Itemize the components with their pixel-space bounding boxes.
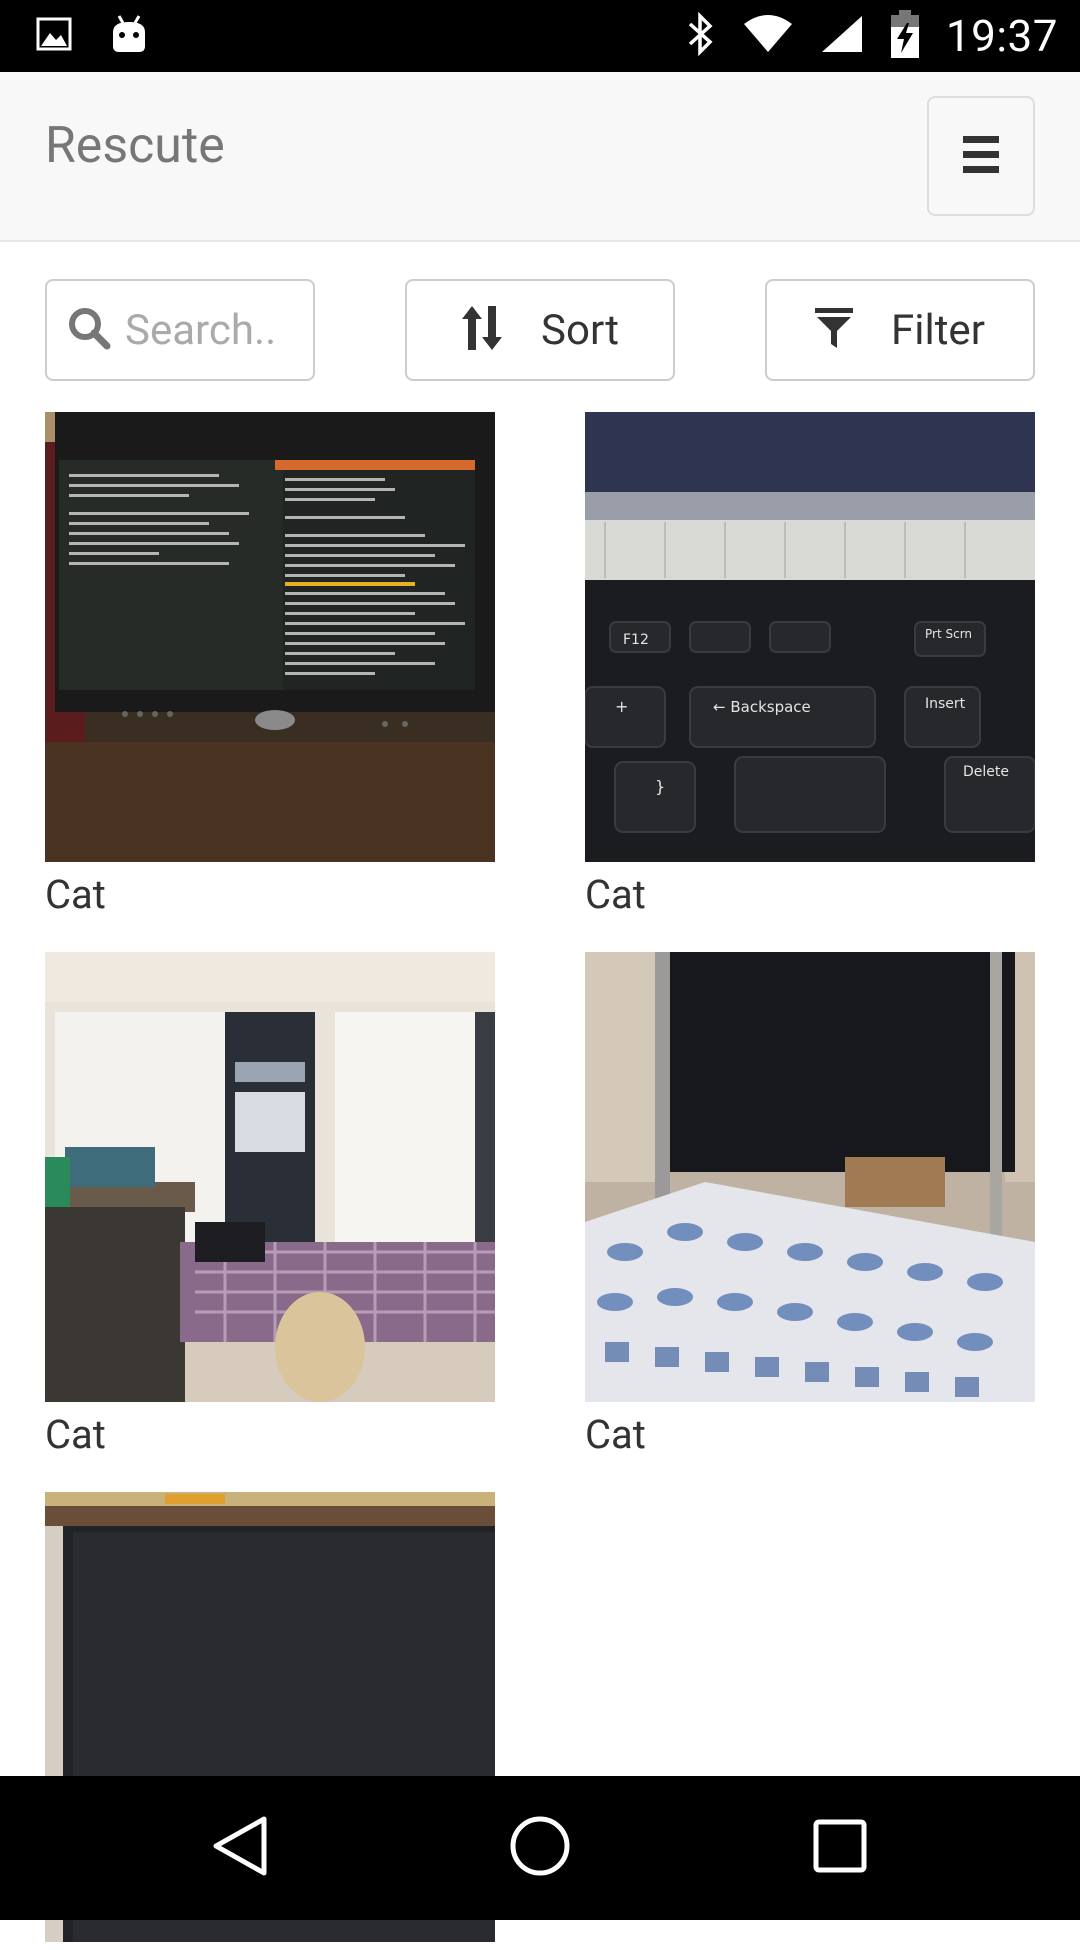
status-left-icons <box>36 14 148 58</box>
grid-item-caption: Cat <box>45 871 106 918</box>
search-icon <box>67 306 111 354</box>
menu-button[interactable] <box>927 96 1035 216</box>
home-icon <box>509 1815 571 1881</box>
svg-text:Delete: Delete <box>963 764 1009 780</box>
filter-icon <box>815 307 854 353</box>
svg-text:Insert: Insert <box>925 696 966 712</box>
search-box[interactable] <box>45 279 315 381</box>
keyboard-photo[interactable]: F12 ← Backspace Insert Delete Prt Scrn +… <box>585 412 1035 862</box>
grid-item[interactable]: Cat <box>45 952 495 1460</box>
svg-text:F12: F12 <box>623 632 649 648</box>
grid-item[interactable]: Cat <box>45 412 495 920</box>
navigation-bar <box>0 1776 1080 1920</box>
back-button[interactable] <box>170 1776 310 1920</box>
status-time: 19:37 <box>945 10 1058 62</box>
recents-icon <box>813 1819 867 1877</box>
svg-text:← Backspace: ← Backspace <box>713 698 811 716</box>
app-bar: Rescute <box>0 72 1080 242</box>
image-notification-icon <box>36 17 72 55</box>
svg-text:}: } <box>655 777 665 796</box>
android-notification-icon <box>110 14 148 58</box>
sort-icon <box>461 304 503 356</box>
app-title: Rescute <box>45 117 225 175</box>
grid-item[interactable]: Cat <box>585 952 1035 1460</box>
filter-label: Filter <box>891 305 985 355</box>
back-icon <box>212 1815 268 1881</box>
filter-button[interactable]: Filter <box>765 279 1035 381</box>
computer-monitor-photo[interactable] <box>45 412 495 862</box>
bluetooth-icon <box>686 11 716 60</box>
status-bar: 19:37 <box>0 0 1080 72</box>
sort-button[interactable]: Sort <box>405 279 675 381</box>
recents-button[interactable] <box>770 1776 910 1920</box>
battery-charging-icon <box>890 9 920 63</box>
grid-item[interactable]: F12 ← Backspace Insert Delete Prt Scrn +… <box>585 412 1035 920</box>
grid-item-caption: Cat <box>45 1411 106 1458</box>
hamburger-menu-icon <box>963 134 999 178</box>
cell-signal-icon <box>820 14 864 58</box>
svg-text:+: + <box>615 697 628 716</box>
desk-bed-photo[interactable] <box>585 952 1035 1402</box>
bedroom-closet-photo[interactable] <box>45 952 495 1402</box>
wifi-icon <box>742 14 794 58</box>
svg-text:Prt Scrn: Prt Scrn <box>925 627 972 641</box>
search-input[interactable] <box>125 305 310 355</box>
home-button[interactable] <box>470 1776 610 1920</box>
sort-label: Sort <box>541 305 619 355</box>
status-right-icons: 19:37 <box>686 0 1058 72</box>
grid-item-caption: Cat <box>585 1411 646 1458</box>
grid-item-caption: Cat <box>585 871 646 918</box>
